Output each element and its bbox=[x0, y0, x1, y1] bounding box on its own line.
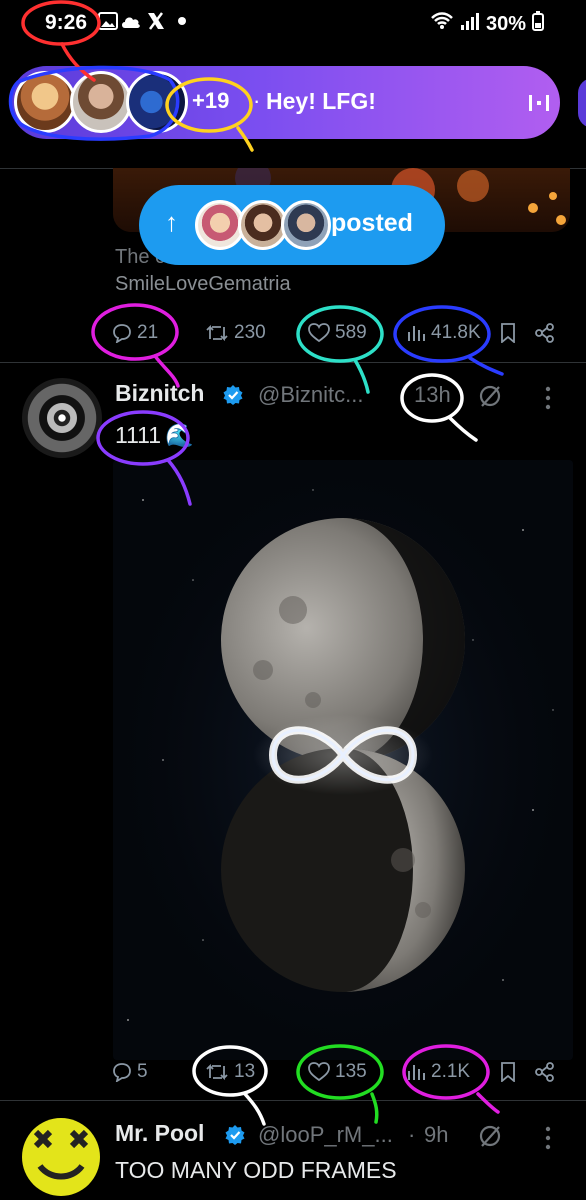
tweet-text: TOO MANY ODD FRAMES bbox=[115, 1157, 397, 1183]
toast-label: posted bbox=[331, 209, 413, 237]
listener-count: +19 bbox=[192, 88, 230, 113]
share-icon bbox=[535, 1062, 554, 1082]
status-bar: 9:26 30% bbox=[0, 0, 586, 48]
annotation-tail-views bbox=[468, 356, 504, 376]
reply-count: 21 bbox=[137, 322, 159, 343]
share-button[interactable] bbox=[535, 1052, 555, 1092]
repost-icon bbox=[206, 324, 228, 342]
tweet-body: 1111 bbox=[115, 422, 162, 448]
timestamp[interactable]: 13h bbox=[414, 382, 451, 408]
bookmark-button[interactable] bbox=[499, 313, 517, 353]
share-button[interactable] bbox=[535, 313, 555, 353]
views-icon bbox=[408, 1065, 425, 1080]
display-name[interactable]: Biznitch bbox=[115, 380, 204, 407]
bookmark-icon bbox=[501, 1062, 515, 1082]
repost-count: 13 bbox=[234, 1061, 256, 1082]
new-posts-toast[interactable]: ↑ posted bbox=[139, 185, 445, 265]
annotation-tail-likes-2 bbox=[370, 1092, 379, 1124]
annotation-tail-reposts bbox=[243, 1092, 266, 1126]
view-count: 41.8K bbox=[431, 322, 481, 343]
grok-icon[interactable] bbox=[478, 1124, 502, 1148]
share-icon bbox=[535, 323, 554, 343]
battery-icon bbox=[532, 11, 544, 37]
x-logo-icon bbox=[146, 10, 166, 32]
separator: · bbox=[253, 88, 261, 113]
gallery-icon bbox=[98, 10, 118, 32]
moon-infinity-image bbox=[113, 460, 573, 1060]
repost-button[interactable]: 230 bbox=[205, 313, 266, 353]
bookmark-button[interactable] bbox=[499, 1052, 517, 1092]
space-host-avatar bbox=[14, 71, 76, 133]
tweet-media-image[interactable] bbox=[113, 460, 573, 1060]
next-space-pill[interactable] bbox=[578, 78, 586, 128]
status-right: 30% bbox=[430, 11, 544, 37]
wave-emoji: 🌊 bbox=[165, 422, 194, 448]
reply-button[interactable]: 5 bbox=[112, 1052, 148, 1092]
annotation-tail-time-ago bbox=[448, 416, 478, 442]
smiley-face-icon bbox=[33, 1129, 89, 1180]
bookmark-icon bbox=[501, 323, 515, 343]
grok-icon[interactable] bbox=[478, 384, 502, 408]
like-count: 589 bbox=[335, 322, 367, 343]
reply-icon bbox=[113, 1063, 131, 1082]
signal-icon bbox=[460, 12, 480, 36]
repost-count: 230 bbox=[234, 322, 266, 343]
battery-text: 30% bbox=[485, 12, 526, 35]
reply-count: 5 bbox=[137, 1061, 148, 1082]
timestamp[interactable]: 9h bbox=[424, 1122, 448, 1148]
view-count: 2.1K bbox=[431, 1061, 471, 1082]
reply-button[interactable]: 21 bbox=[112, 313, 158, 353]
user-avatar[interactable] bbox=[22, 378, 102, 458]
annotation-tail-views-2 bbox=[476, 1092, 500, 1114]
repost-button[interactable]: 13 bbox=[205, 1052, 255, 1092]
divider bbox=[0, 362, 586, 363]
tweet-actions: 21 230 589 41.8K bbox=[112, 313, 572, 353]
space-speaker-avatar bbox=[126, 71, 188, 133]
space-title: Hey! LFG! bbox=[266, 88, 376, 114]
poster-avatar bbox=[281, 200, 331, 250]
user-handle[interactable]: @looP_rM_... bbox=[258, 1122, 393, 1148]
space-speaker-avatar bbox=[70, 71, 132, 133]
divider bbox=[0, 1100, 586, 1101]
display-name[interactable]: Mr. Pool bbox=[115, 1120, 204, 1147]
cloud-icon bbox=[120, 10, 142, 32]
verified-badge-icon bbox=[225, 1125, 245, 1145]
more-options-icon[interactable] bbox=[544, 1126, 552, 1150]
reply-icon bbox=[113, 324, 131, 343]
heart-icon bbox=[308, 1062, 330, 1082]
previous-tweet-text-line2: SmileLoveGematria bbox=[115, 273, 291, 295]
like-button[interactable]: 135 bbox=[308, 1052, 367, 1092]
wifi-icon bbox=[430, 12, 454, 36]
views-button[interactable]: 2.1K bbox=[406, 1052, 470, 1092]
user-avatar[interactable] bbox=[22, 1118, 100, 1196]
like-count: 135 bbox=[335, 1061, 367, 1082]
tweet-text: 1111 🌊 bbox=[115, 422, 194, 449]
dot-icon bbox=[178, 10, 186, 32]
arrow-up-icon: ↑ bbox=[165, 207, 178, 237]
repost-icon bbox=[206, 1063, 228, 1081]
verified-badge-icon bbox=[223, 385, 243, 405]
views-icon bbox=[408, 326, 425, 341]
more-options-icon[interactable] bbox=[544, 386, 552, 410]
user-handle[interactable]: @Biznitc... bbox=[258, 382, 363, 408]
views-button[interactable]: 41.8K bbox=[406, 313, 481, 353]
tweet-actions: 5 13 135 2.1K bbox=[112, 1052, 572, 1092]
spaces-bar[interactable]: +19 · Hey! LFG! bbox=[10, 66, 560, 139]
audio-wave-icon[interactable] bbox=[526, 92, 552, 119]
like-button[interactable]: 589 bbox=[308, 313, 367, 353]
separator: · bbox=[408, 1122, 416, 1147]
heart-icon bbox=[308, 323, 330, 343]
clock: 9:26 bbox=[45, 11, 88, 34]
